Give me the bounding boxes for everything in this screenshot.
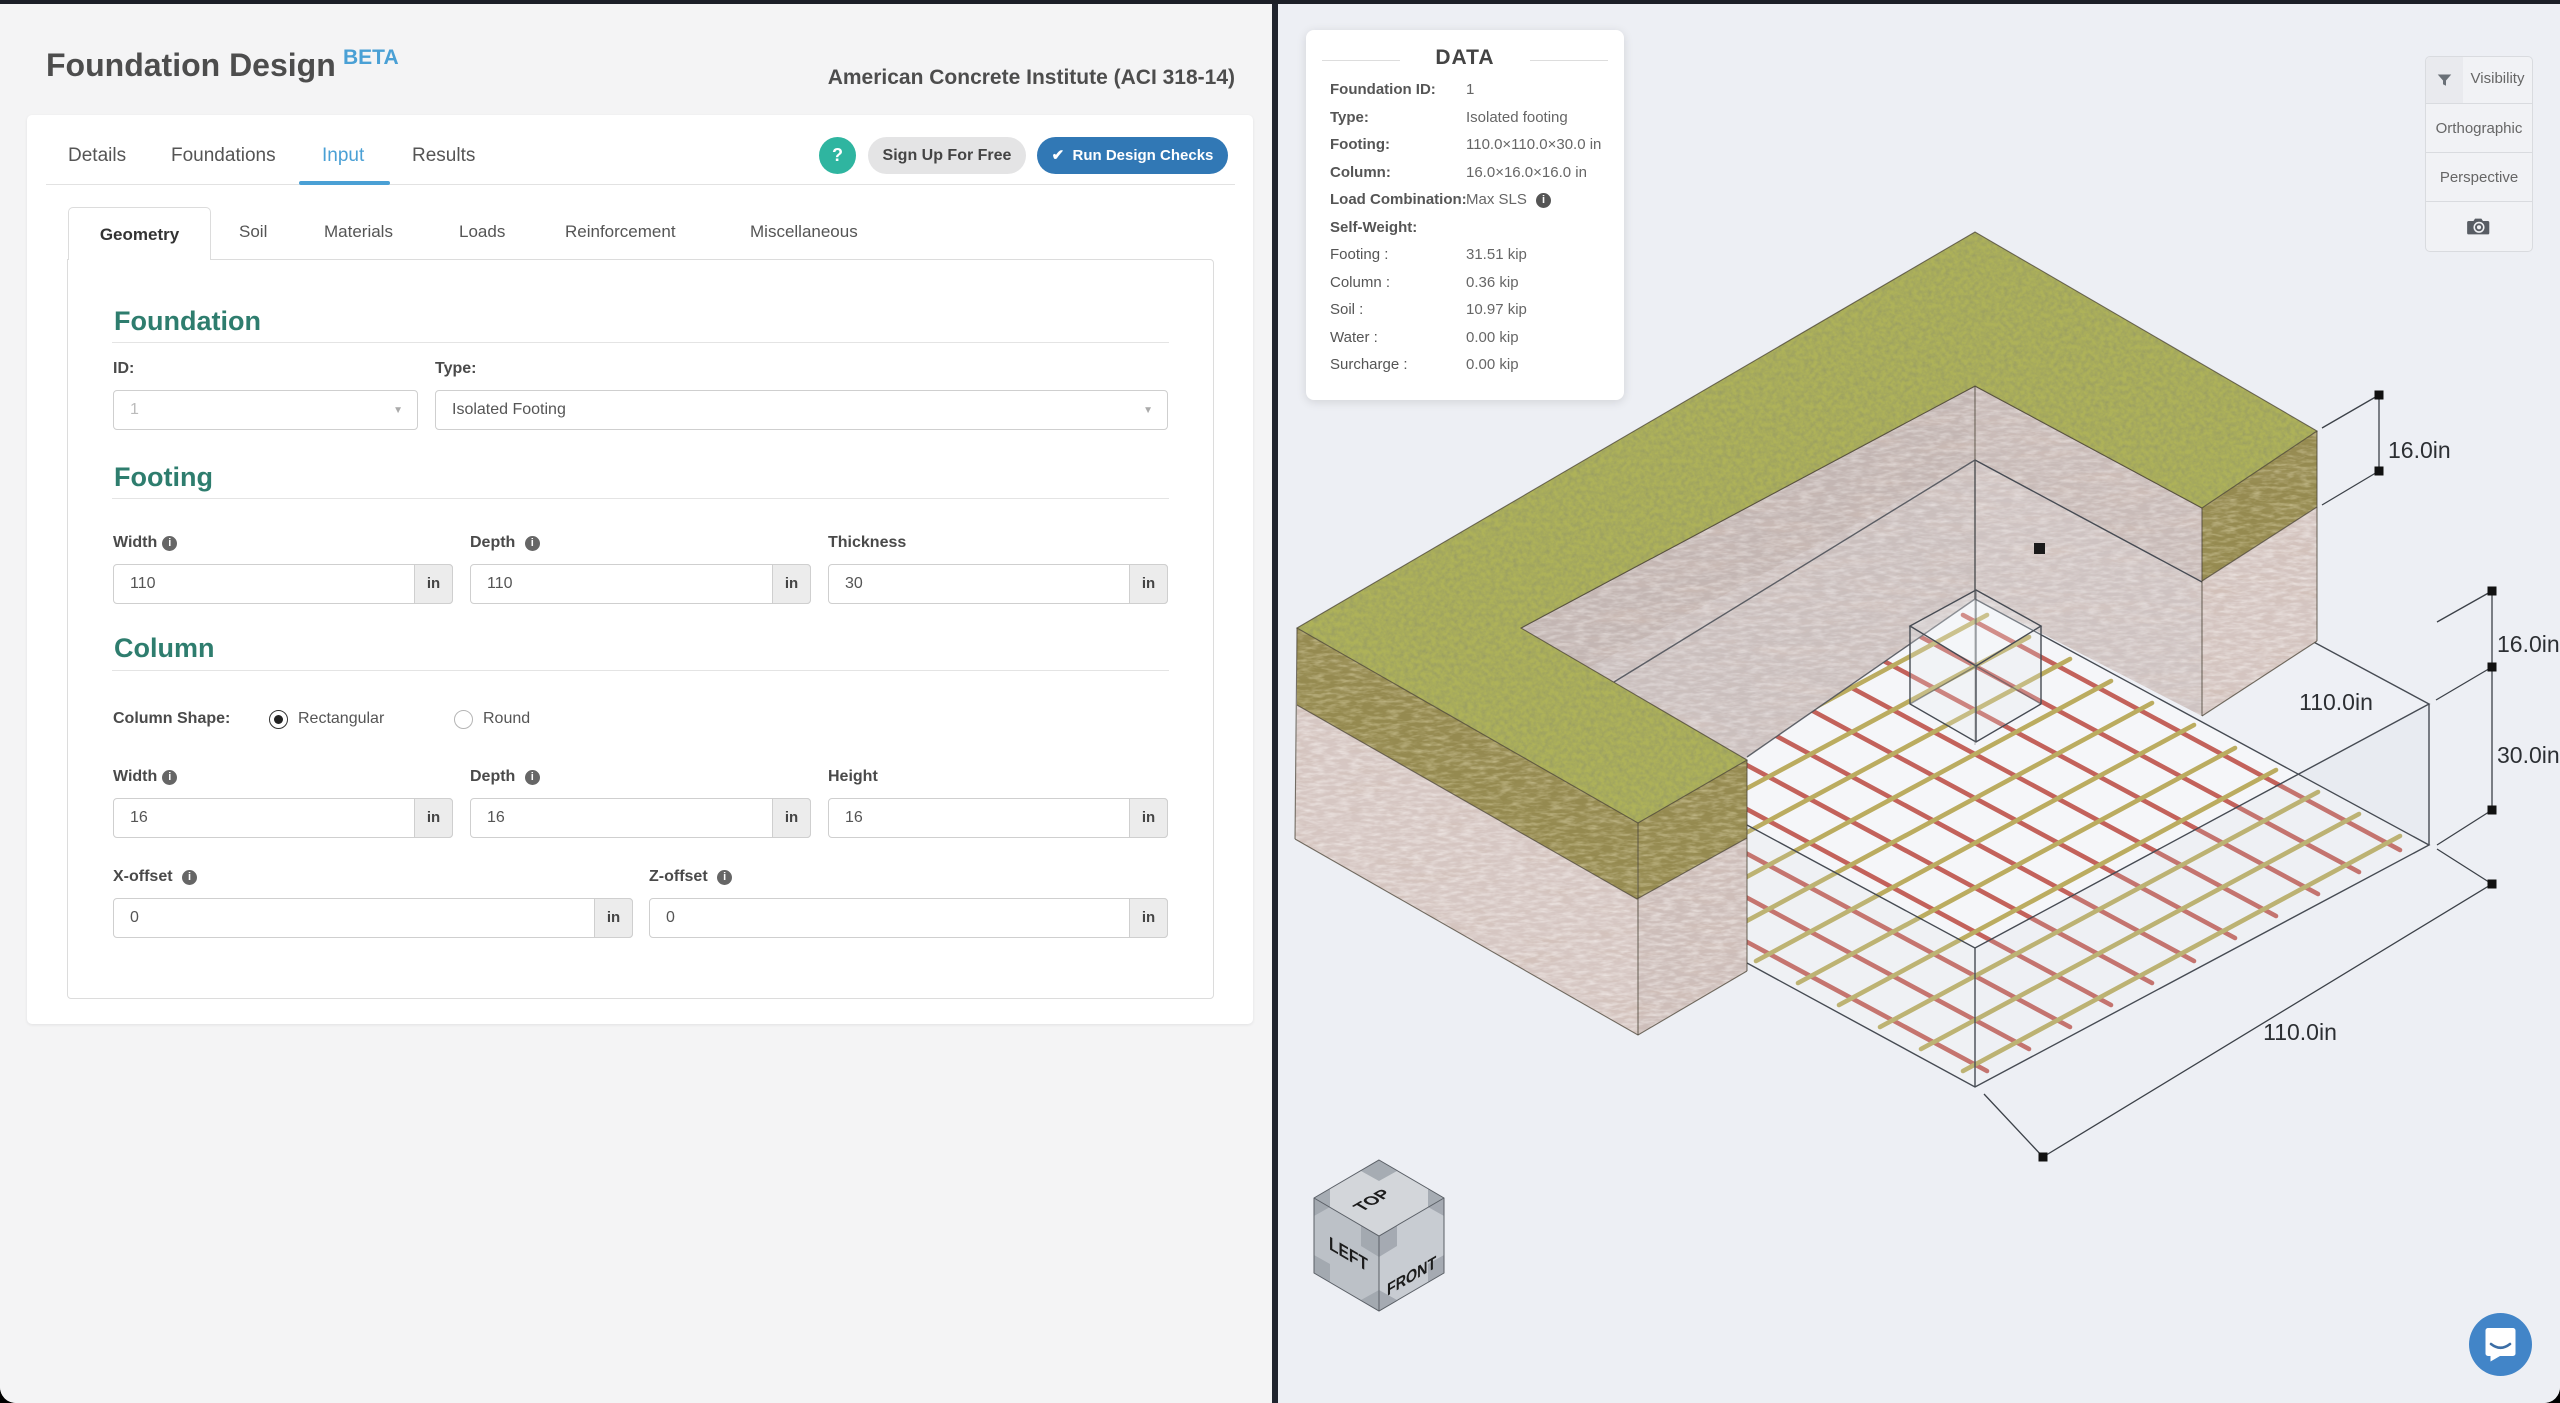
svg-text:110.0in: 110.0in xyxy=(2299,689,2373,715)
svg-text:30.0in: 30.0in xyxy=(2497,742,2560,768)
svg-text:16.0in: 16.0in xyxy=(2497,631,2560,657)
svg-text:110.0in: 110.0in xyxy=(2263,1019,2337,1045)
svg-text:16.0in: 16.0in xyxy=(2388,437,2451,463)
